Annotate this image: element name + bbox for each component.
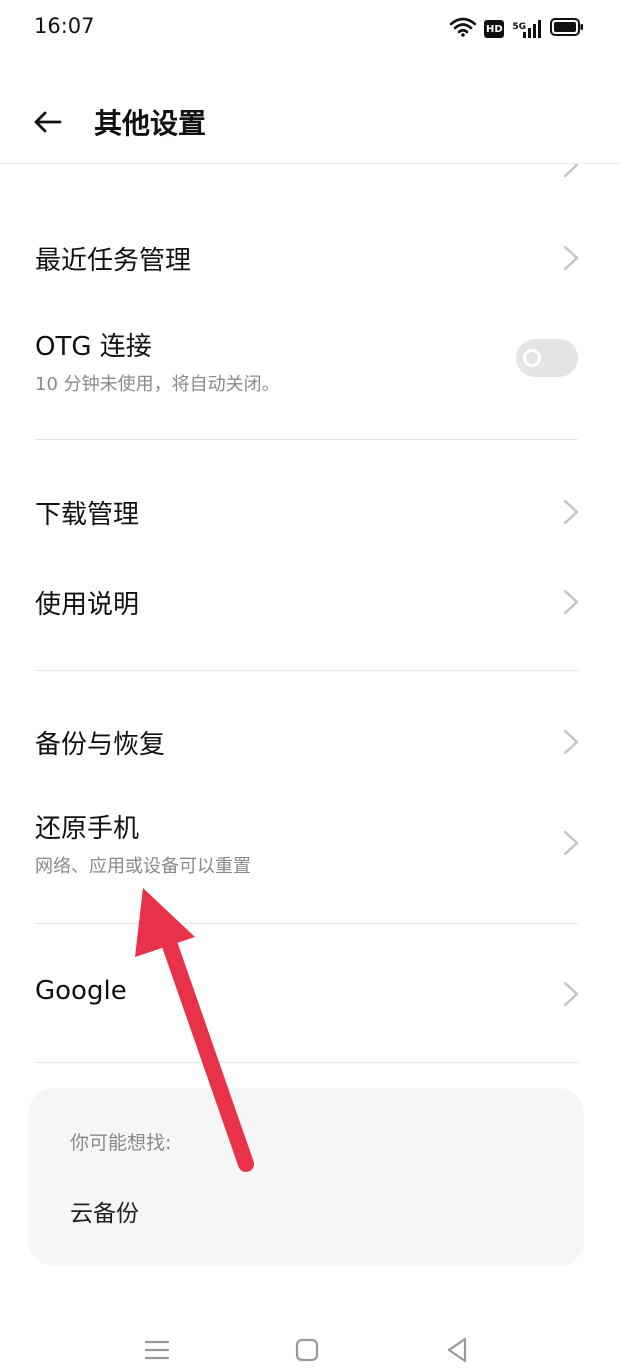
chevron-right-icon [563,499,579,525]
suggestion-card: 你可能想找: 云备份 [28,1088,584,1266]
settings-list: 最近任务管理 OTG 连接 10 分钟未使用，将自动关闭。 下载管理 使用说明 … [0,164,620,1314]
google-item[interactable]: Google [0,952,620,1036]
suggestion-label: 你可能想找: [70,1132,172,1154]
row-title: 下载管理 [35,500,140,530]
divider [35,439,578,440]
divider [35,1062,578,1063]
hd-icon: HD [484,20,505,38]
row-title: 使用说明 [35,590,140,620]
header: 其他设置 [0,80,620,164]
chevron-right-icon [563,164,579,178]
user-manual-item[interactable]: 使用说明 [0,560,620,644]
toggle-knob [523,349,541,367]
home-button[interactable] [290,1332,324,1366]
wifi-icon [450,17,477,41]
otg-toggle[interactable] [516,339,578,377]
row-title: 最近任务管理 [35,246,192,276]
status-bar: 16:07 HD 5G [0,0,620,58]
home-icon [295,1338,319,1362]
status-time: 16:07 [34,14,95,38]
recent-tasks-item[interactable]: 最近任务管理 [0,216,620,300]
row-title: OTG 连接 [35,332,152,362]
row-title: 还原手机 [35,814,140,844]
chevron-right-icon [563,981,579,1007]
download-manager-item[interactable]: 下载管理 [0,470,620,554]
reset-phone-item[interactable]: 还原手机 网络、应用或设备可以重置 [0,796,620,896]
page-title: 其他设置 [94,107,207,140]
chevron-right-icon [563,729,579,755]
menu-icon [144,1340,170,1360]
suggestion-item-cloud-backup[interactable]: 云备份 [70,1194,139,1228]
network-type-label: 5G [512,22,526,32]
arrow-left-icon [34,111,62,133]
backup-restore-item[interactable]: 备份与恢复 [0,700,620,784]
chevron-right-icon [563,245,579,271]
row-subtitle: 10 分钟未使用，将自动关闭。 [35,374,280,395]
status-icons: HD 5G [450,14,584,44]
menu-button[interactable] [140,1332,174,1366]
battery-icon [550,17,584,41]
otg-connection-item: OTG 连接 10 分钟未使用，将自动关闭。 [0,314,620,414]
row-subtitle: 网络、应用或设备可以重置 [35,856,251,877]
back-triangle-icon [447,1337,467,1363]
signal-5g-icon: 5G [512,19,542,39]
divider [35,670,578,671]
back-button[interactable] [30,104,66,140]
nav-back-button[interactable] [440,1332,474,1366]
row-title: 备份与恢复 [35,730,166,760]
row-title: Google [35,976,127,1006]
list-item-partial [0,164,620,184]
chevron-right-icon [563,589,579,615]
divider [35,923,578,924]
chevron-right-icon [563,830,579,856]
navigation-bar [0,1318,620,1368]
